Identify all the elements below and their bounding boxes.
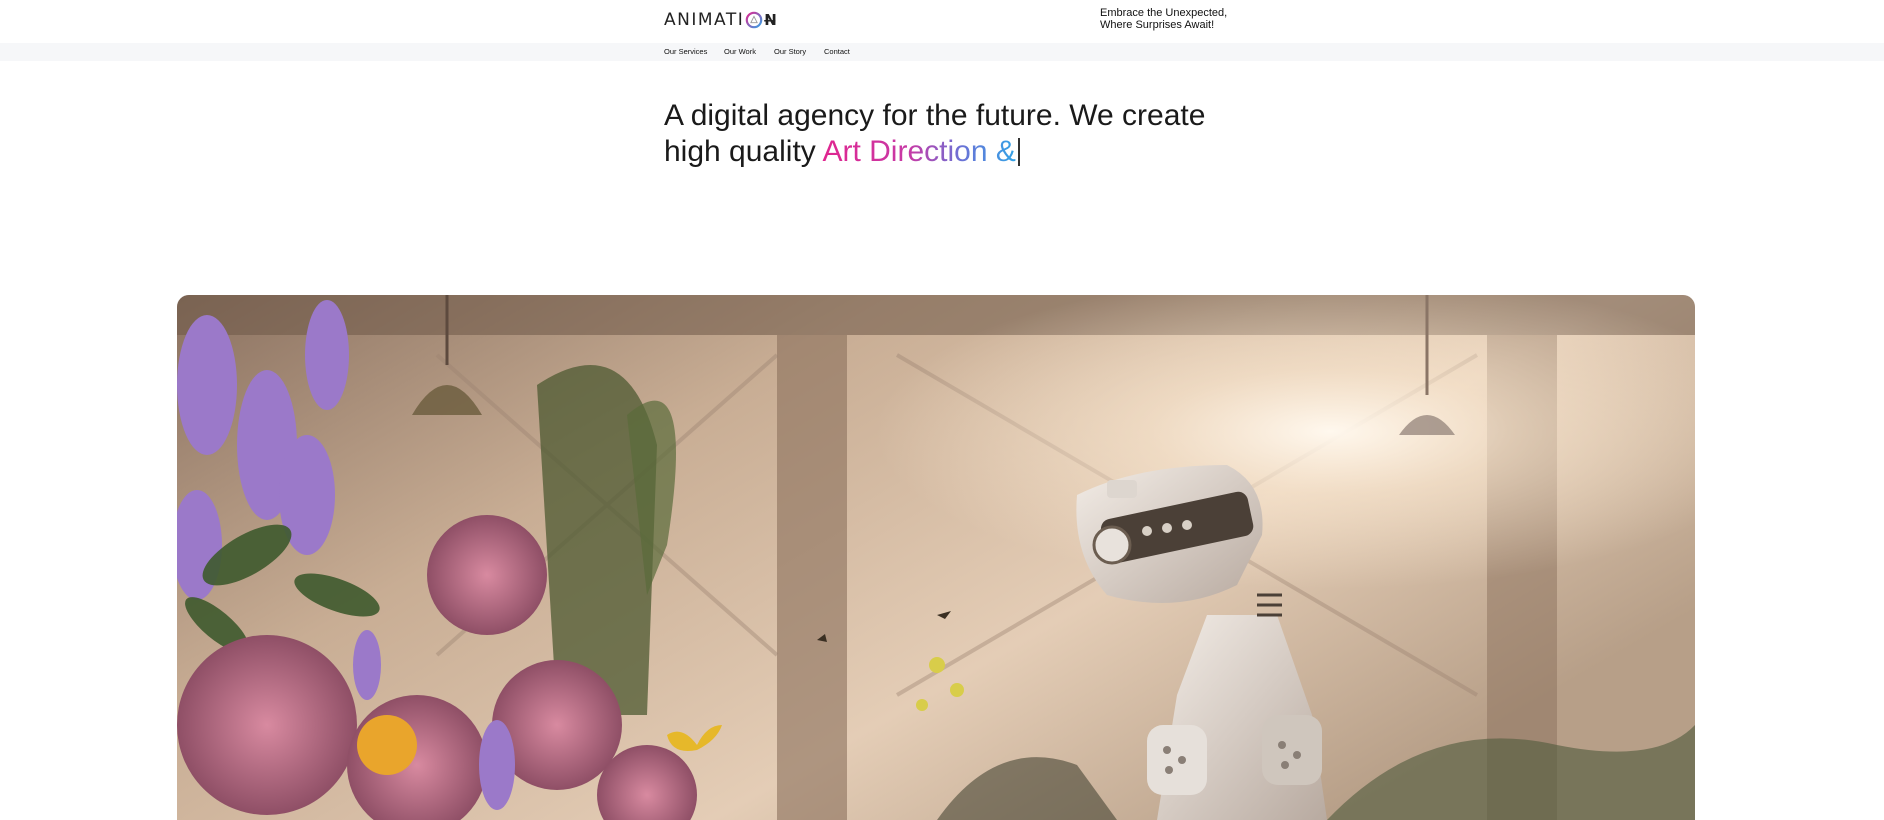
brand-logo[interactable]: ANIMATI N̶	[664, 9, 777, 31]
logo-suffix: N̶	[764, 11, 777, 29]
hero-line-2-prefix: high quality	[664, 135, 816, 168]
nav-item-our-work[interactable]: Our Work	[724, 47, 756, 56]
hero-illustration-icon	[177, 295, 1695, 820]
main-nav: Our Services Our Work Our Story Contact	[0, 43, 1884, 61]
logo-ring-icon	[745, 11, 763, 29]
nav-item-our-story[interactable]: Our Story	[774, 47, 806, 56]
site-header: ANIMATI N̶ Embrace the Unexpected, Where…	[0, 0, 1884, 43]
hero-heading: A digital agency for the future. We crea…	[664, 98, 1224, 170]
tagline-line-2: Where Surprises Await!	[1100, 19, 1215, 31]
typing-cursor	[1017, 138, 1020, 166]
hero-media[interactable]	[177, 295, 1695, 820]
hero-line-1: A digital agency for the future. We crea…	[664, 99, 1206, 132]
nav-item-our-services[interactable]: Our Services	[664, 47, 707, 56]
hero-highlight: Art Direction &	[822, 135, 1016, 168]
nav-item-contact[interactable]: Contact	[824, 47, 850, 56]
logo-text: ANIMATI	[664, 10, 745, 30]
header-tagline: Embrace the Unexpected, Where Surprises …	[1100, 7, 1227, 31]
hero-line-2: high quality Art Direction &	[664, 134, 1224, 170]
tagline-line-1: Embrace the Unexpected,	[1100, 7, 1228, 19]
